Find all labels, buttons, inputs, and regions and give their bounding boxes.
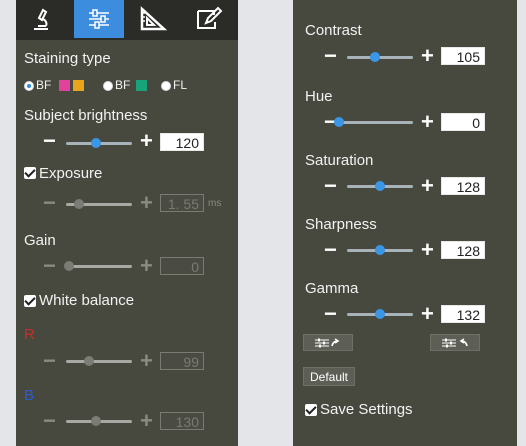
hue-increase-button[interactable]: + — [421, 111, 434, 133]
hue-slider-thumb[interactable] — [334, 117, 345, 127]
adjust-tool[interactable] — [74, 0, 124, 38]
saturation-increase-button[interactable]: + — [421, 175, 434, 197]
red-decrease-button[interactable]: − — [43, 350, 56, 372]
exposure-checkbox[interactable] — [24, 167, 36, 179]
sharpness-value-field[interactable]: 128 — [441, 241, 485, 259]
saturation-slider-thumb[interactable] — [375, 181, 385, 191]
gamma-slider-thumb[interactable] — [375, 309, 385, 319]
sharpness-slider-thumb[interactable] — [375, 245, 385, 255]
staining-radio-bf-green[interactable] — [103, 81, 113, 91]
microscope-icon — [34, 8, 48, 30]
export-settings-button[interactable] — [303, 334, 353, 351]
red-value-field[interactable]: 99 — [160, 352, 204, 370]
brightness-label: Subject brightness — [24, 107, 148, 124]
red-channel-label: R — [24, 326, 35, 343]
measure-tool[interactable] — [129, 0, 179, 38]
staining-option-label: BF — [36, 78, 52, 92]
sharpness-decrease-button[interactable]: − — [324, 239, 337, 261]
exposure-label: Exposure — [39, 165, 103, 182]
saturation-slider[interactable] — [347, 181, 413, 191]
sliders-export-icon — [315, 337, 340, 347]
gamma-value-field[interactable]: 132 — [441, 305, 485, 323]
hue-slider[interactable] — [334, 117, 413, 127]
image-settings-panel: Staining type BF BF FL Subject brightnes… — [16, 0, 238, 446]
red-slider[interactable] — [66, 356, 132, 366]
saturation-decrease-button[interactable]: − — [324, 175, 337, 197]
gain-slider[interactable] — [63, 261, 132, 271]
edit-icon — [197, 6, 223, 29]
green-swatch — [136, 80, 147, 91]
sliders-import-icon — [442, 337, 468, 347]
staining-type-label: Staining type — [24, 50, 111, 67]
staining-option-label: FL — [173, 78, 188, 92]
brightness-slider[interactable] — [66, 138, 132, 148]
sliders-icon — [89, 9, 109, 29]
save-settings-checkbox[interactable] — [305, 404, 317, 416]
save-settings-label: Save Settings — [320, 401, 413, 418]
contrast-decrease-button[interactable]: − — [324, 45, 337, 67]
blue-slider-thumb[interactable] — [90, 416, 101, 426]
brightness-value-field[interactable]: 120 — [160, 133, 204, 151]
exposure-slider[interactable] — [66, 199, 132, 209]
brightness-decrease-button[interactable]: − — [43, 130, 56, 152]
saturation-value-field[interactable]: 128 — [441, 177, 485, 195]
red-increase-button[interactable]: + — [140, 350, 153, 372]
blue-value-field[interactable]: 130 — [160, 412, 204, 430]
sharpness-label: Sharpness — [305, 216, 377, 233]
gain-label: Gain — [24, 232, 56, 249]
saturation-label: Saturation — [305, 152, 374, 169]
default-button[interactable]: Default — [303, 367, 355, 386]
hue-value-field[interactable]: 0 — [441, 113, 485, 131]
microscope-tool[interactable] — [16, 0, 66, 38]
white-balance-label: White balance — [39, 292, 135, 309]
sharpness-increase-button[interactable]: + — [421, 239, 434, 261]
gain-increase-button[interactable]: + — [140, 255, 153, 277]
ruler-triangle-icon — [140, 6, 168, 31]
toolbar — [16, 0, 238, 40]
contrast-slider-thumb[interactable] — [369, 52, 380, 62]
brightness-slider-thumb[interactable] — [90, 138, 101, 148]
staining-radio-bf-pink[interactable] — [24, 81, 34, 91]
sharpness-slider[interactable] — [347, 245, 413, 255]
exposure-value-field[interactable]: 1. 55 — [160, 194, 204, 212]
blue-slider[interactable] — [66, 416, 132, 426]
gamma-slider[interactable] — [347, 309, 413, 319]
red-slider-thumb[interactable] — [84, 356, 95, 366]
gamma-increase-button[interactable]: + — [421, 303, 434, 325]
gain-value-field[interactable]: 0 — [160, 257, 204, 275]
exposure-slider-thumb[interactable] — [74, 199, 85, 209]
brightness-increase-button[interactable]: + — [140, 130, 153, 152]
contrast-increase-button[interactable]: + — [421, 45, 434, 67]
gain-slider-thumb[interactable] — [63, 261, 74, 271]
pink-swatch — [59, 80, 70, 91]
blue-increase-button[interactable]: + — [140, 410, 153, 432]
image-settings-panel-continued: Contrast − + 105 Hue − + 0 Saturation − … — [293, 0, 517, 446]
white-balance-checkbox[interactable] — [24, 295, 36, 307]
import-settings-button[interactable] — [430, 334, 480, 351]
orange-swatch — [73, 80, 84, 91]
staining-radio-fl[interactable] — [161, 81, 171, 91]
gain-decrease-button[interactable]: − — [43, 255, 56, 277]
blue-decrease-button[interactable]: − — [43, 410, 56, 432]
contrast-label: Contrast — [305, 22, 362, 39]
gamma-label: Gamma — [305, 280, 359, 297]
exposure-increase-button[interactable]: + — [140, 192, 153, 214]
exposure-unit: ms — [208, 198, 222, 209]
annotate-tool[interactable] — [184, 0, 234, 38]
blue-channel-label: B — [24, 387, 35, 404]
contrast-slider[interactable] — [347, 52, 413, 62]
staining-option-label: BF — [115, 78, 131, 92]
exposure-decrease-button[interactable]: − — [43, 192, 56, 214]
contrast-value-field[interactable]: 105 — [441, 47, 485, 65]
hue-label: Hue — [305, 88, 333, 105]
gamma-decrease-button[interactable]: − — [324, 303, 337, 325]
